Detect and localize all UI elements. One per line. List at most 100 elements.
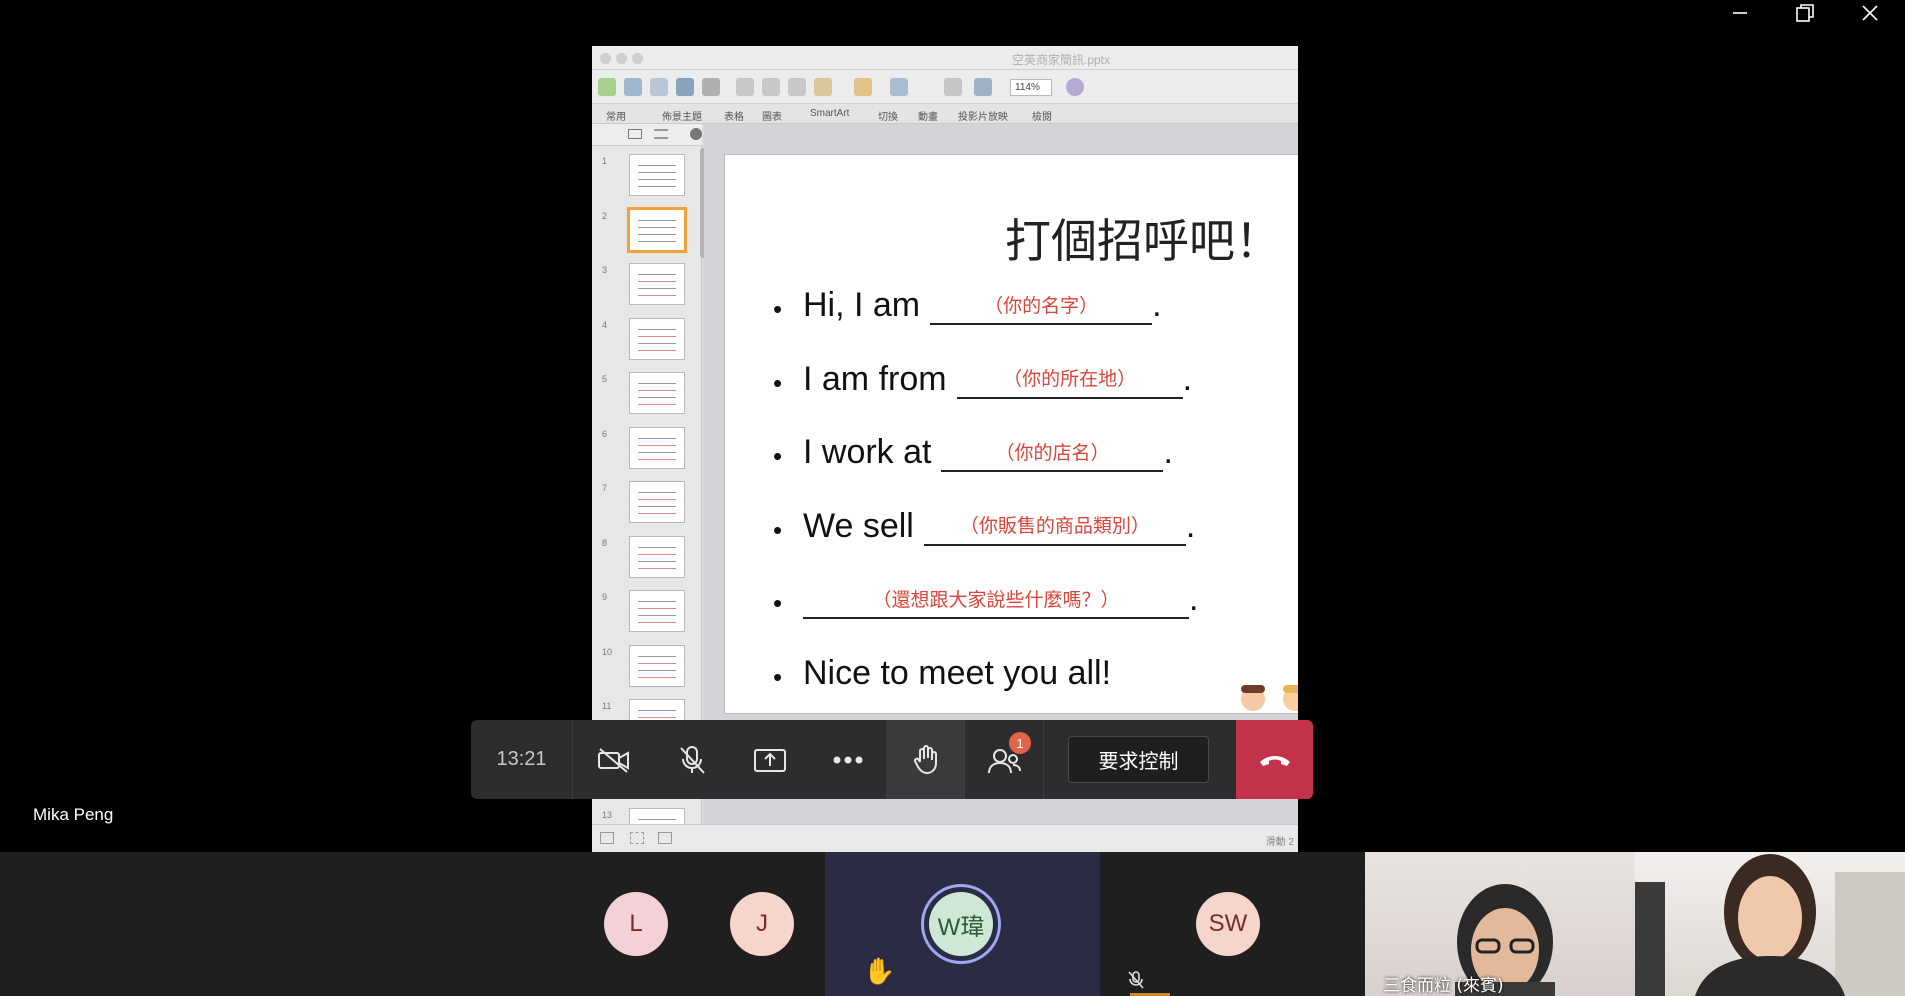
slides-view-icon xyxy=(628,129,642,139)
bullet-text: Nice to meet you all! xyxy=(803,653,1112,692)
panel-header xyxy=(592,124,702,146)
fill-in-blank: （你販售的商品類別） xyxy=(923,506,1186,546)
help-icon xyxy=(1066,78,1084,96)
ribbon-tab[interactable]: 常用 xyxy=(606,108,626,123)
slide-thumbnail[interactable] xyxy=(629,426,685,469)
bullet-text: We sell xyxy=(803,506,914,545)
app-toolbar: 114% xyxy=(592,70,1298,104)
restore-button[interactable] xyxy=(1773,0,1837,26)
teams-call-window: 空英商家簡訊.pptx 114% 常用 佈景主題 表格 圖表 SmartArt 切換 動畫 投… xyxy=(0,0,1905,996)
more-options-icon xyxy=(833,756,863,763)
slide-thumbnail[interactable] xyxy=(629,263,685,305)
raise-hand-icon xyxy=(914,744,937,774)
thumbnail-number: 9 xyxy=(602,592,608,602)
slide-icon xyxy=(944,78,962,96)
avatar: W瑋 xyxy=(929,892,993,956)
bullet-end: . xyxy=(1152,286,1162,324)
window-dot-icon xyxy=(616,53,627,64)
call-control-bar: 13:21 1 要求控制 xyxy=(471,720,1313,799)
blank-hint: （還想跟大家說些什麼嗎？） xyxy=(872,588,1120,611)
participant-video[interactable] xyxy=(1635,852,1905,996)
slide-thumbnail[interactable] xyxy=(627,206,687,253)
outline-view-icon xyxy=(654,129,668,139)
mic-off-icon xyxy=(1126,970,1146,990)
camera-off-icon xyxy=(598,747,629,773)
more-options-button[interactable] xyxy=(809,720,887,799)
slide-thumbnail[interactable] xyxy=(629,317,685,360)
call-timer: 13:21 xyxy=(471,720,573,799)
participants-badge: 1 xyxy=(1009,732,1031,754)
request-control-button[interactable]: 要求控制 xyxy=(1068,736,1209,783)
bullet-item: • We sell （你販售的商品類別）. xyxy=(773,496,1195,546)
ribbon-tab[interactable]: 動畫 xyxy=(918,108,938,123)
hang-up-button[interactable] xyxy=(1236,720,1313,799)
share-screen-icon xyxy=(754,748,786,772)
mic-off-icon xyxy=(680,745,705,774)
app-titlebar: 空英商家簡訊.pptx xyxy=(592,46,1298,70)
bullet-dot: • xyxy=(773,367,783,398)
slide: 打個招呼吧！ • Hi, I am （你的名字）. • I am from （你的所在地）… xyxy=(724,154,1298,714)
participant-video[interactable]: 三食而粒 (來賓) xyxy=(1365,852,1635,996)
participant-tile[interactable]: SW xyxy=(1100,852,1365,996)
bullet-dot: • xyxy=(773,588,783,618)
status-text: 滑動 2 xyxy=(1265,837,1294,848)
bullet-dot: • xyxy=(773,514,783,545)
blank-hint: （你的所在地） xyxy=(1003,368,1137,390)
bullet-end: . xyxy=(1163,433,1173,471)
self-video-image xyxy=(1635,854,1905,996)
bullet-item: • Nice to meet you all! xyxy=(773,643,1121,693)
slide-thumbnail[interactable] xyxy=(629,481,685,523)
share-screen-button[interactable] xyxy=(731,720,809,799)
thumbnail-number: 7 xyxy=(602,483,608,493)
thumbnail-number: 1 xyxy=(602,156,608,166)
ribbon-tab[interactable]: 投影片放映 xyxy=(958,108,1008,123)
avatar: J xyxy=(730,892,794,956)
participant-tile-speaking[interactable]: W瑋 ✋ xyxy=(825,852,1100,996)
bullet-item: • I work at （你的店名）. xyxy=(773,422,1173,472)
hang-up-icon xyxy=(1259,755,1290,766)
copy-icon xyxy=(762,78,780,96)
slide-thumbnail[interactable] xyxy=(629,535,685,578)
paste-icon xyxy=(788,78,806,96)
redo-icon xyxy=(890,78,908,96)
ribbon-tab[interactable]: 圖表 xyxy=(762,108,782,123)
save-icon xyxy=(676,78,694,96)
thumbnail-number: 5 xyxy=(602,374,608,384)
ribbon-tab[interactable]: SmartArt xyxy=(810,108,849,119)
slide-title: 打個招呼吧！ xyxy=(1005,214,1281,268)
sorter-view-icon xyxy=(630,832,644,844)
undo-icon xyxy=(854,78,872,96)
ribbon-tabs: 常用 佈景主題 表格 圖表 SmartArt 切換 動畫 投影片放映 檢閱 xyxy=(592,104,1298,124)
participants-button[interactable]: 1 xyxy=(965,720,1043,799)
raise-hand-button[interactable] xyxy=(887,720,965,799)
participant-tile[interactable]: L J xyxy=(570,852,825,996)
thumbnail-number: 13 xyxy=(602,810,613,820)
raised-hand-icon: ✋ xyxy=(863,956,896,986)
cut-icon xyxy=(736,78,754,96)
close-panel-icon xyxy=(690,128,702,140)
slide-thumbnail[interactable] xyxy=(629,154,685,196)
fill-in-blank: （你的名字） xyxy=(930,285,1153,325)
slide-thumbnail[interactable] xyxy=(629,644,685,687)
ribbon-tab[interactable]: 表格 xyxy=(724,108,744,123)
slide-thumbnail[interactable] xyxy=(629,590,685,632)
minimize-button[interactable] xyxy=(1708,0,1772,26)
participant-name: 三食而粒 (來賓) xyxy=(1383,976,1504,996)
new-icon xyxy=(598,78,616,96)
camera-button[interactable] xyxy=(575,720,653,799)
print-icon xyxy=(702,78,720,96)
open-icon xyxy=(650,78,668,96)
divider xyxy=(1043,720,1044,799)
bullet-item: • Hi, I am （你的名字）. xyxy=(773,275,1162,325)
restore-icon xyxy=(1796,4,1814,22)
close-button[interactable] xyxy=(1838,0,1902,26)
slide-thumbnail[interactable] xyxy=(629,372,685,414)
ribbon-tab[interactable]: 檢閱 xyxy=(1032,108,1052,123)
normal-view-icon xyxy=(600,832,614,844)
fill-in-blank: （還想跟大家說些什麼嗎？） xyxy=(803,579,1189,619)
minimize-icon xyxy=(1733,12,1747,14)
avatar: L xyxy=(604,892,668,956)
mic-button[interactable] xyxy=(653,720,731,799)
ribbon-tab[interactable]: 佈景主題 xyxy=(662,108,702,123)
ribbon-tab[interactable]: 切換 xyxy=(878,108,898,123)
